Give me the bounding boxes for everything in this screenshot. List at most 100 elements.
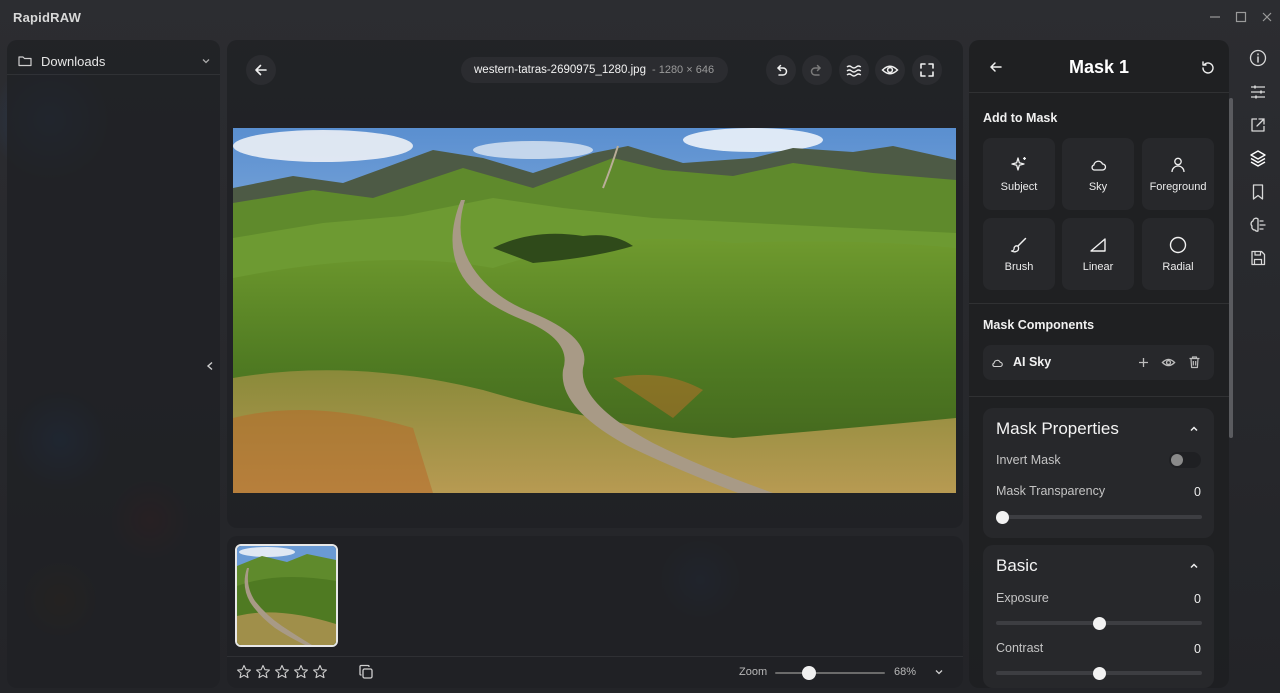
filmstrip: Zoom 68% — [227, 536, 963, 688]
image-viewer: western-tatras-2690975_1280.jpg - 1280 ×… — [227, 40, 963, 528]
crop-export-icon[interactable] — [1249, 116, 1267, 134]
maximize-icon[interactable] — [1233, 9, 1249, 25]
file-info: western-tatras-2690975_1280.jpg - 1280 ×… — [461, 57, 728, 83]
divider — [969, 303, 1229, 304]
star-icon[interactable] — [312, 664, 328, 680]
eye-icon[interactable] — [1161, 356, 1176, 369]
folder-icon — [17, 53, 33, 69]
scrollbar[interactable] — [1229, 98, 1233, 438]
undo-icon — [773, 62, 789, 78]
divider — [7, 74, 220, 75]
trash-icon[interactable] — [1188, 355, 1201, 369]
minimize-icon[interactable] — [1207, 9, 1223, 25]
linear-button[interactable]: Linear — [1062, 218, 1134, 290]
exposure-slider-thumb[interactable] — [1092, 617, 1106, 630]
contrast-label: Contrast — [996, 641, 1044, 655]
tool-label: Radial — [1162, 261, 1194, 273]
main-photo[interactable] — [233, 128, 956, 493]
star-rating[interactable] — [236, 664, 328, 680]
sparkles-icon — [1009, 155, 1029, 175]
title-bar: RapidRAW — [0, 0, 1280, 34]
info-icon[interactable] — [1249, 49, 1267, 67]
mask-properties-title: Mask Properties — [996, 419, 1119, 438]
close-icon[interactable] — [1259, 9, 1275, 25]
folder-name: Downloads — [41, 53, 106, 69]
basic-card: Basic Exposure 0 Contrast 0 — [983, 545, 1214, 688]
fullscreen-button[interactable] — [912, 55, 942, 85]
save-icon[interactable] — [1249, 249, 1267, 267]
tool-label: Sky — [1088, 181, 1108, 193]
invert-mask-label: Invert Mask — [996, 453, 1061, 467]
icon-rail — [1237, 40, 1280, 688]
sky-button[interactable]: Sky — [1062, 138, 1134, 210]
radial-button[interactable]: Radial — [1142, 218, 1214, 290]
chevron-down-icon[interactable] — [933, 666, 945, 678]
waves-icon — [845, 62, 863, 78]
mask-transparency-slider[interactable] — [996, 515, 1202, 519]
brush-icon — [1009, 235, 1029, 255]
bookmark-icon[interactable] — [1249, 183, 1267, 201]
contrast-value: 0 — [1194, 642, 1201, 656]
star-icon[interactable] — [293, 664, 309, 680]
redo-button[interactable] — [802, 55, 832, 85]
tool-label: Foreground — [1149, 181, 1207, 193]
person-icon — [1168, 155, 1188, 175]
component-label: AI Sky — [1013, 355, 1052, 369]
folder-selector[interactable]: Downloads — [17, 50, 212, 72]
mask-transparency-value: 0 — [1194, 485, 1201, 499]
star-icon[interactable] — [274, 664, 290, 680]
mask-transparency-thumb[interactable] — [996, 511, 1009, 524]
chevron-up-icon[interactable] — [1187, 422, 1201, 436]
mask-transparency-label: Mask Transparency — [996, 484, 1106, 498]
add-to-mask-title: Add to Mask — [983, 111, 1058, 125]
tool-label: Linear — [1082, 261, 1114, 273]
mask-components-title: Mask Components — [983, 318, 1095, 332]
exposure-value: 0 — [1194, 592, 1201, 606]
star-icon[interactable] — [236, 664, 252, 680]
divider — [969, 92, 1229, 93]
file-name: western-tatras-2690975_1280.jpg — [474, 64, 646, 76]
mask-component-ai-sky[interactable]: AI Sky — [983, 345, 1214, 380]
folder-panel: Downloads — [7, 40, 220, 688]
chevron-left-icon[interactable] — [202, 358, 218, 374]
zoom-slider[interactable] — [775, 672, 885, 674]
tool-label: Brush — [1004, 261, 1034, 273]
fullscreen-icon — [919, 62, 935, 78]
divider — [227, 656, 963, 657]
reset-icon[interactable] — [1200, 60, 1216, 76]
add-icon[interactable] — [1137, 356, 1150, 369]
linear-gradient-icon — [1088, 235, 1108, 255]
copy-icon[interactable] — [358, 664, 374, 680]
redo-icon — [809, 62, 825, 78]
layers-icon[interactable] — [1249, 149, 1267, 167]
zoom-slider-thumb[interactable] — [801, 666, 816, 680]
foreground-button[interactable]: Foreground — [1142, 138, 1214, 210]
photo-thumbnail[interactable] — [235, 544, 338, 647]
arrow-left-icon — [253, 62, 269, 78]
adjustments-icon[interactable] — [1249, 83, 1267, 101]
zoom-value: 68% — [894, 666, 917, 678]
app-title: RapidRAW — [13, 9, 82, 25]
basic-title: Basic — [996, 556, 1038, 575]
divider — [969, 396, 1229, 397]
waveform-button[interactable] — [839, 55, 869, 85]
back-button[interactable] — [246, 55, 276, 85]
mask-properties-card: Mask Properties Invert Mask Mask Transpa… — [983, 408, 1214, 538]
preview-toggle-button[interactable] — [875, 55, 905, 85]
undo-button[interactable] — [766, 55, 796, 85]
exposure-label: Exposure — [996, 591, 1049, 605]
contrast-slider-thumb[interactable] — [1092, 667, 1106, 680]
zoom-label: Zoom — [739, 666, 768, 678]
cloud-icon — [1088, 155, 1108, 175]
tool-label: Subject — [1000, 181, 1038, 193]
ai-brain-icon[interactable] — [1249, 216, 1267, 234]
brush-button[interactable]: Brush — [983, 218, 1055, 290]
subject-button[interactable]: Subject — [983, 138, 1055, 210]
mask-panel: Mask 1 Add to Mask Subject Sky Foregroun… — [969, 40, 1233, 688]
chevron-down-icon[interactable] — [200, 55, 212, 67]
radial-circle-icon — [1168, 235, 1188, 255]
star-icon[interactable] — [255, 664, 271, 680]
mask-title: Mask 1 — [1068, 57, 1130, 77]
chevron-up-icon[interactable] — [1187, 559, 1201, 573]
invert-mask-toggle[interactable] — [1169, 452, 1201, 468]
